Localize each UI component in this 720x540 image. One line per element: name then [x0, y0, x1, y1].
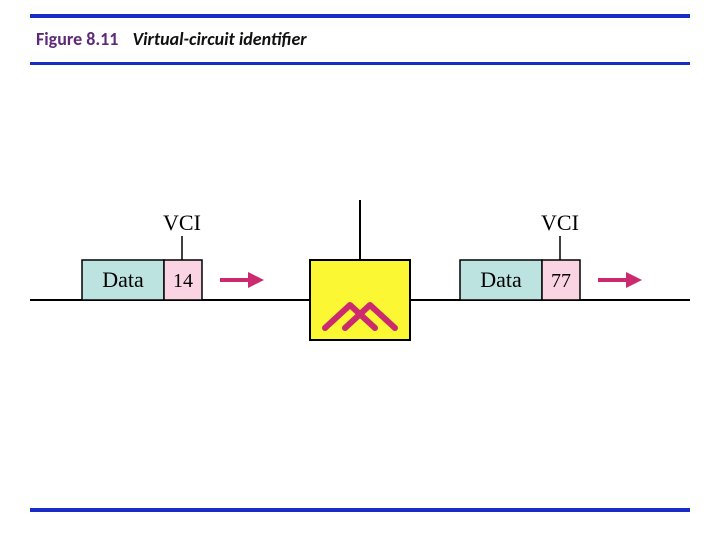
- vci-diagram: VCI Data 14 VCI Data 77: [30, 160, 690, 380]
- packet-left: VCI Data 14: [82, 210, 264, 300]
- data-label-left: Data: [102, 267, 144, 292]
- packet-right: VCI Data 77: [460, 210, 642, 300]
- figure-caption: Figure 8.11 Virtual-circuit identifier: [36, 28, 307, 50]
- figure-number: Figure 8.11: [36, 28, 118, 50]
- vci-value-left: 14: [173, 270, 193, 292]
- figure-title: Virtual-circuit identifier: [132, 28, 306, 50]
- arrow-right-icon: [598, 272, 642, 288]
- switch-icon: [310, 260, 410, 340]
- rule-top: [30, 14, 690, 18]
- arrow-left-icon: [220, 272, 264, 288]
- rule-under-caption: [30, 62, 690, 65]
- vci-label-left: VCI: [163, 210, 201, 235]
- rule-bottom: [30, 508, 690, 512]
- vci-value-right: 77: [551, 270, 571, 292]
- vci-label-right: VCI: [541, 210, 579, 235]
- data-label-right: Data: [480, 267, 522, 292]
